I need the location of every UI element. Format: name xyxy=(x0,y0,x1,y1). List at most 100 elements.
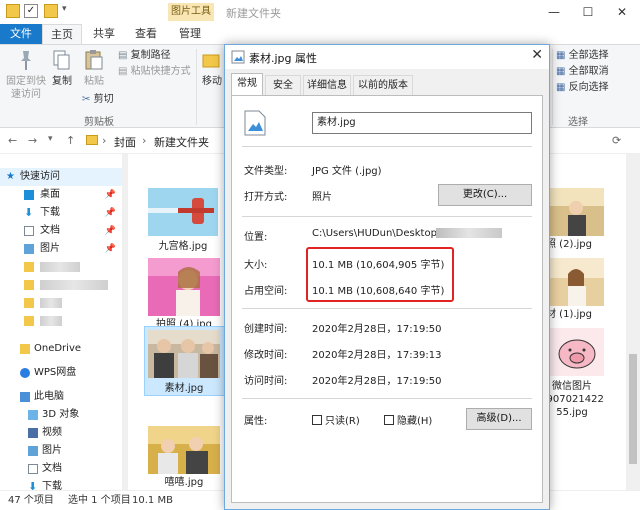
location-label: 位置: xyxy=(244,232,268,243)
maximize-button[interactable]: ☐ xyxy=(574,2,602,22)
tab-manage[interactable]: 管理 xyxy=(170,24,210,44)
nav-pc-documents[interactable]: 文档 xyxy=(0,460,128,478)
scrollbar-thumb[interactable] xyxy=(629,354,637,464)
nav-pc-pictures[interactable]: 图片 xyxy=(0,442,128,460)
move-to-icon xyxy=(202,54,220,68)
nav-this-pc[interactable]: 此电脑 xyxy=(0,388,128,406)
pin-icon: 📌 xyxy=(104,190,116,200)
quick-access-dropdown-icon[interactable]: ▾ xyxy=(62,4,76,18)
tab-share[interactable]: 共享 xyxy=(86,24,122,44)
accessed-value: 2020年2月28日，17:19:50 xyxy=(312,376,442,387)
paste-button[interactable]: 粘贴 xyxy=(80,49,108,88)
navigation-pane: ★ 快速访问 桌面 📌 ⬇ 下载 📌 文档 📌 图片 📌 OneDrive WP… xyxy=(0,154,130,490)
document-icon xyxy=(28,464,38,474)
move-to-button[interactable]: 移动 xyxy=(200,49,224,88)
blurred-label xyxy=(40,262,80,272)
nav-videos[interactable]: 视频 xyxy=(0,424,128,442)
folder-icon xyxy=(24,280,34,290)
status-size: 10.1 MB xyxy=(132,495,173,506)
select-none-icon: ▦ xyxy=(556,66,566,77)
cube-icon xyxy=(28,410,38,420)
invert-selection-button[interactable]: ▦ 反向选择 xyxy=(556,81,609,95)
tab-file[interactable]: 文件 xyxy=(0,24,42,44)
size-value: 10.1 MB (10,604,905 字节) xyxy=(312,260,445,271)
select-all-icon: ▦ xyxy=(556,50,566,61)
checkbox-quick-icon[interactable]: ✓ xyxy=(24,4,38,18)
desktop-icon xyxy=(24,190,34,200)
tab-view[interactable]: 查看 xyxy=(128,24,164,44)
tab-details[interactable]: 详细信息 xyxy=(303,75,351,95)
recent-dropdown-icon[interactable]: ▾ xyxy=(48,134,53,144)
nav-onedrive[interactable]: OneDrive xyxy=(0,340,128,358)
ribbon-separator-2 xyxy=(552,49,553,125)
thumbnail-girl-field xyxy=(550,188,604,236)
paste-icon xyxy=(85,50,103,70)
general-panel: 素材.jpg 文件类型: JPG 文件 (.jpg) 打开方式: 照片 更改(C… xyxy=(231,95,543,503)
forward-arrow-icon[interactable]: → xyxy=(28,134,37,147)
pin-icon: 📌 xyxy=(104,208,116,218)
nav-wps[interactable]: WPS网盘 xyxy=(0,364,128,382)
thumbnail-pig-sticker xyxy=(550,328,604,376)
refresh-icon[interactable]: ⟳ xyxy=(612,134,621,147)
select-group-label: 选择 xyxy=(568,117,588,128)
properties-dialog: 素材.jpg 属性 ✕ 常规 安全 详细信息 以前的版本 素材.jpg 文件类型… xyxy=(224,44,550,510)
folder-icon xyxy=(24,298,34,308)
select-none-button[interactable]: ▦ 全部取消 xyxy=(556,65,609,79)
nav-blurred-folder-2[interactable] xyxy=(0,276,128,294)
divider xyxy=(242,216,532,217)
dialog-title: 素材.jpg 属性 xyxy=(249,52,318,65)
minimize-button[interactable]: — xyxy=(540,2,568,22)
copy-button[interactable]: 复制 xyxy=(48,49,76,88)
nav-quick-access[interactable]: ★ 快速访问 xyxy=(0,168,128,186)
status-item-count: 47 个项目 xyxy=(8,495,54,506)
tab-previous-versions[interactable]: 以前的版本 xyxy=(353,75,413,95)
change-button[interactable]: 更改(C)... xyxy=(438,184,532,206)
filename-input[interactable]: 素材.jpg xyxy=(312,112,532,134)
nav-pc-downloads[interactable]: ⬇ 下载 xyxy=(0,478,128,490)
address-folder-icon xyxy=(86,135,98,145)
checkbox-box[interactable] xyxy=(384,415,394,425)
breadcrumb-cover[interactable]: 封面 xyxy=(114,134,136,150)
close-window-button[interactable]: ✕ xyxy=(608,2,636,22)
computer-icon xyxy=(20,392,30,402)
dialog-close-icon[interactable]: ✕ xyxy=(531,47,543,63)
nav-desktop[interactable]: 桌面 📌 xyxy=(0,186,128,204)
thumbnail-group-photo xyxy=(148,426,220,474)
select-all-button[interactable]: ▦ 全部选择 xyxy=(556,49,609,63)
nav-scrollbar[interactable] xyxy=(122,154,128,490)
thumbnail-friends xyxy=(148,330,220,378)
context-tab-picture-tools[interactable]: 图片工具 xyxy=(168,3,214,21)
video-icon xyxy=(28,428,38,438)
up-arrow-icon[interactable]: ↑ xyxy=(66,134,75,147)
nav-pictures[interactable]: 图片 📌 xyxy=(0,240,128,258)
nav-documents[interactable]: 文档 📌 xyxy=(0,222,128,240)
copy-path-button[interactable]: ▤ 复制路径 xyxy=(118,49,171,63)
divider xyxy=(242,308,532,309)
checkbox-box[interactable] xyxy=(312,415,322,425)
back-arrow-icon[interactable]: ← xyxy=(8,134,17,147)
attributes-label: 属性: xyxy=(244,416,268,427)
download-icon: ⬇ xyxy=(28,480,38,490)
nav-blurred-folder-4[interactable] xyxy=(0,312,128,330)
nav-3d-objects[interactable]: 3D 对象 xyxy=(0,406,128,424)
cut-button[interactable]: ✂ 剪切 xyxy=(82,93,114,107)
tab-home[interactable]: 主页 xyxy=(42,24,82,44)
file-type-label: 文件类型: xyxy=(244,166,288,177)
advanced-button[interactable]: 高级(D)... xyxy=(466,408,532,430)
file-list-scrollbar[interactable] xyxy=(626,154,640,490)
pin-quick-access-button[interactable]: 固定到快 速访问 xyxy=(4,49,48,101)
nav-blurred-folder-3[interactable] xyxy=(0,294,128,312)
picture-icon xyxy=(24,244,34,254)
download-icon: ⬇ xyxy=(24,206,34,219)
paste-shortcut-button[interactable]: ▤ 粘贴快捷方式 xyxy=(118,65,191,79)
breadcrumb-new-folder[interactable]: 新建文件夹 xyxy=(154,134,209,150)
nav-downloads[interactable]: ⬇ 下载 📌 xyxy=(0,204,128,222)
readonly-checkbox[interactable]: 只读(R) xyxy=(312,412,360,427)
tab-security[interactable]: 安全 xyxy=(265,75,301,95)
nav-blurred-folder-1[interactable] xyxy=(0,258,128,276)
new-folder-quick-icon[interactable] xyxy=(44,4,58,18)
tab-general[interactable]: 常规 xyxy=(231,73,263,95)
hidden-checkbox[interactable]: 隐藏(H) xyxy=(384,412,432,427)
paste-shortcut-icon: ▤ xyxy=(118,66,128,77)
cloud-icon xyxy=(20,368,30,378)
